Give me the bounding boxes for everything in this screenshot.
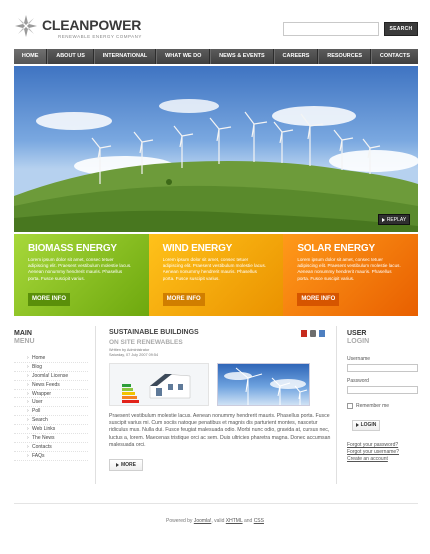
password-label: Password [347, 378, 369, 384]
article-meta: Written by Administrator Saturday, 07 Ju… [109, 348, 158, 357]
panel-text: Lorem ipsum dolor sit amet, consec tetue… [28, 257, 132, 281]
article-body: Praesent vestibulum molestie lacus. Aene… [109, 413, 331, 448]
search-button[interactable]: SEARCH [384, 22, 418, 36]
panel-text: Lorem ipsum dolor sit amet, consec tetue… [297, 257, 401, 281]
main-nav: HOME ABOUT US INTERNATIONAL WHAT WE DO N… [14, 49, 418, 64]
create-account-link[interactable]: Create an account [347, 456, 388, 462]
username-label: Username [347, 356, 371, 362]
xhtml-link[interactable]: XHTML [226, 518, 243, 524]
building-energy-image [109, 363, 209, 406]
logo-title: CLEANPOWER [42, 17, 142, 33]
search-input[interactable] [283, 22, 379, 36]
nav-item-careers[interactable]: CAREERS [273, 49, 319, 64]
logo-tagline: renewable energy company [58, 34, 142, 39]
menu-item-poll[interactable]: Poll [14, 407, 88, 417]
nav-item-international[interactable]: INTERNATIONAL [93, 49, 157, 64]
energy-panels: BIOMASS ENERGY Lorem ipsum dolor sit ame… [14, 234, 418, 316]
nav-item-about-us[interactable]: ABOUT US [47, 49, 94, 64]
replay-button[interactable]: REPLAY [378, 214, 410, 225]
logo[interactable]: CLEANPOWER renewable energy company [14, 14, 164, 44]
menu-item-user[interactable]: User [14, 398, 88, 408]
more-info-button[interactable]: MORE INFO [28, 293, 70, 306]
article-more-button[interactable]: MORE [109, 459, 143, 471]
wind-turbines-image [217, 363, 310, 406]
panel-wind: WIND ENERGY Lorem ipsum dolor sit amet, … [148, 234, 284, 316]
panel-title: WIND ENERGY [162, 243, 233, 254]
nav-item-what-we-do[interactable]: WHAT WE DO [156, 49, 211, 64]
menu-item-web-links[interactable]: Web Links [14, 425, 88, 435]
article-date: Saturday, 07 July 2007 09:54 [109, 352, 159, 357]
arrow-right-icon [355, 422, 359, 427]
more-info-button[interactable]: MORE INFO [297, 293, 340, 306]
user-login-heading: USER LOGIN [347, 330, 370, 345]
remember-me-label: Remember me [356, 403, 390, 409]
footer-divider [14, 503, 418, 504]
username-field[interactable] [347, 364, 418, 372]
column-divider [95, 326, 96, 484]
menu-item-home[interactable]: Home [14, 354, 88, 363]
menu-item-contacts[interactable]: Contacts [14, 443, 88, 452]
footer: Powered by Joomla!, valid XHTML and CSS [166, 518, 264, 524]
pdf-icon[interactable] [301, 330, 307, 337]
menu-item-the-news[interactable]: The News [14, 434, 88, 443]
logo-star-icon [15, 15, 37, 37]
nav-item-news-events[interactable]: NEWS & EVENTS [210, 49, 274, 64]
panel-title: BIOMASS ENERGY [28, 243, 117, 254]
article-subtitle: ON SITE RENEWABLES [109, 339, 183, 346]
forgot-password-link[interactable]: Forgot your password? [347, 442, 398, 448]
panel-solar: SOLAR ENERGY Lorem ipsum dolor sit amet,… [283, 234, 418, 316]
print-icon[interactable] [310, 330, 316, 337]
column-divider [336, 326, 337, 484]
menu-item-wrapper[interactable]: Wrapper [14, 390, 88, 399]
css-link[interactable]: CSS [254, 518, 264, 524]
hero-image [14, 66, 418, 232]
remember-me-checkbox[interactable] [347, 403, 353, 409]
panel-text: Lorem ipsum dolor sit amet, consec tetue… [162, 257, 267, 281]
arrow-right-icon [116, 462, 119, 467]
menu-item-faqs[interactable]: FAQs [14, 452, 88, 461]
menu-item-license[interactable]: Joomla! License [14, 372, 88, 381]
article-actions [301, 330, 325, 337]
main-menu: Home Blog Joomla! License News Feeds Wra… [14, 354, 88, 461]
article-title[interactable]: SUSTAINABLE BUILDINGS [109, 329, 199, 336]
email-icon[interactable] [319, 330, 325, 337]
menu-item-news-feeds[interactable]: News Feeds [14, 381, 88, 390]
joomla-link[interactable]: Joomla! [194, 518, 212, 524]
forgot-username-link[interactable]: Forgot your username? [347, 449, 399, 455]
menu-item-blog[interactable]: Blog [14, 363, 88, 372]
nav-item-resources[interactable]: RESOURCES [318, 49, 371, 64]
play-icon [381, 217, 385, 222]
nav-item-contacts[interactable]: CONTACTS [371, 49, 418, 64]
panel-title: SOLAR ENERGY [297, 243, 375, 254]
nav-item-home[interactable]: HOME [14, 49, 48, 64]
login-button[interactable]: LOGIN [352, 420, 380, 431]
main-menu-heading: MAIN MENU [14, 330, 35, 345]
menu-item-search[interactable]: Search [14, 416, 88, 426]
panel-biomass: BIOMASS ENERGY Lorem ipsum dolor sit ame… [14, 234, 149, 316]
more-info-button[interactable]: MORE INFO [162, 293, 205, 306]
password-field[interactable] [347, 386, 418, 394]
